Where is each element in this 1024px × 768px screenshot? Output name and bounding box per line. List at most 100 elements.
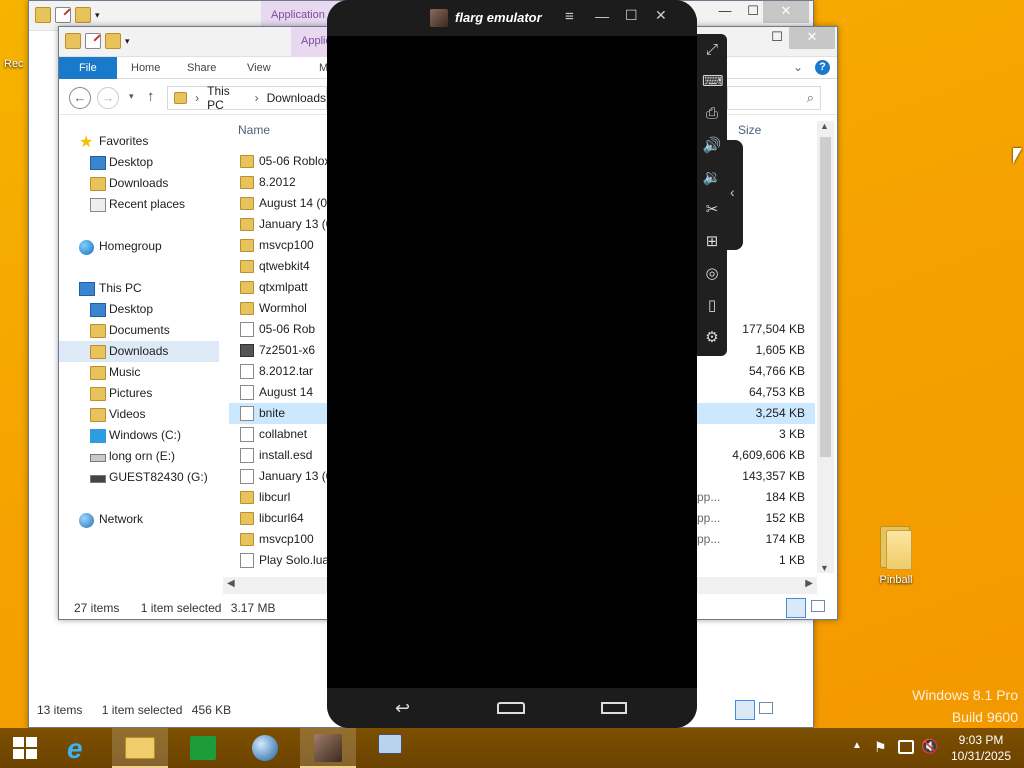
nav-this-pc[interactable]: This PC xyxy=(59,278,219,299)
back-nav-icon[interactable]: ↩ xyxy=(395,698,410,719)
quick-access-toolbar: ▾ xyxy=(65,33,130,49)
nav-item-desktop[interactable]: Desktop xyxy=(59,152,219,173)
tab-share[interactable]: Share xyxy=(175,57,228,79)
search-box[interactable]: ⌕ xyxy=(727,86,821,110)
taskbar-remote-desktop[interactable] xyxy=(362,728,418,768)
breadcrumb-this-pc[interactable]: This PC xyxy=(207,84,247,112)
large-icons-view-icon[interactable] xyxy=(759,702,773,714)
nav-item-pictures[interactable]: Pictures xyxy=(59,383,219,404)
scissors-icon[interactable]: ✂ xyxy=(702,200,722,220)
nav-item-drive-e[interactable]: long orn (E:) xyxy=(59,446,219,467)
file-icon xyxy=(240,406,254,421)
emulator-titlebar[interactable]: flarg emulator ≡ — ☐ ✕ xyxy=(327,0,697,36)
shake-icon[interactable]: ▯ xyxy=(702,296,722,316)
nav-item-drive-c[interactable]: Windows (C:) xyxy=(59,425,219,446)
maximize-icon[interactable]: ☐ xyxy=(625,7,638,24)
volume-muted-icon[interactable]: 🔇 xyxy=(921,738,938,755)
keyboard-icon[interactable]: ⌨ xyxy=(702,72,724,92)
properties-icon[interactable] xyxy=(85,33,101,49)
taskbar-internet-explorer[interactable]: e xyxy=(56,728,112,768)
nav-item-desktop[interactable]: Desktop xyxy=(59,299,219,320)
volume-down-icon[interactable]: 🔉 xyxy=(702,168,722,188)
chevron-left-icon: ‹ xyxy=(730,184,735,200)
settings-icon[interactable]: ⚙ xyxy=(702,328,722,348)
new-folder-icon[interactable] xyxy=(75,7,91,23)
close-button[interactable]: ✕ xyxy=(789,27,835,49)
column-header-size[interactable]: Size xyxy=(738,117,761,143)
collapse-toolbar-tab[interactable]: ‹ xyxy=(727,140,743,250)
recents-nav-icon[interactable] xyxy=(601,702,627,714)
close-button[interactable]: ✕ xyxy=(763,1,809,23)
nav-item-recent-places[interactable]: Recent places xyxy=(59,194,219,215)
taskbar-file-explorer[interactable] xyxy=(112,728,168,768)
up-button[interactable]: ↑ xyxy=(147,88,155,105)
large-icons-view-icon[interactable] xyxy=(811,600,825,612)
folder-icon[interactable] xyxy=(65,33,81,49)
close-icon[interactable]: ✕ xyxy=(655,7,667,24)
home-nav-icon[interactable] xyxy=(497,702,525,714)
show-hidden-icons-chevron[interactable]: ▲ xyxy=(852,740,862,751)
minimize-button[interactable]: — xyxy=(711,1,739,23)
address-bar[interactable]: › This PC › Downloads xyxy=(167,84,327,112)
multi-window-icon[interactable]: ⊞ xyxy=(702,232,722,252)
file-name: collabnet xyxy=(259,427,308,441)
tab-file[interactable]: File xyxy=(59,57,117,79)
desktop-icon-rec[interactable]: Rec xyxy=(4,58,28,70)
network-tray-icon[interactable] xyxy=(898,740,914,754)
taskbar-store[interactable] xyxy=(176,728,232,768)
details-view-icon[interactable] xyxy=(786,598,806,618)
nav-favorites[interactable]: ★ Favorites xyxy=(59,131,219,152)
nav-item-drive-g[interactable]: GUEST82430 (G:) xyxy=(59,467,219,488)
start-button[interactable] xyxy=(0,728,56,768)
vertical-scrollbar[interactable]: ▲ ▼ xyxy=(817,121,834,573)
tab-view[interactable]: View xyxy=(235,57,283,79)
file-size: 143,357 KB xyxy=(742,469,805,483)
details-view-icon[interactable] xyxy=(735,700,755,720)
nav-label: Desktop xyxy=(109,155,154,169)
nav-network[interactable]: Network xyxy=(59,509,219,530)
scroll-left-icon[interactable]: ◀ xyxy=(227,578,235,589)
fullscreen-icon[interactable]: ⤢ xyxy=(702,40,722,60)
minimize-icon[interactable]: — xyxy=(595,8,609,24)
chevron-down-icon[interactable]: ▾ xyxy=(125,36,130,47)
new-folder-icon[interactable] xyxy=(105,33,121,49)
clock[interactable]: 9:03 PM 10/31/2025 xyxy=(944,732,1018,764)
column-header-name[interactable]: Name xyxy=(238,117,270,143)
breadcrumb-downloads[interactable]: Downloads xyxy=(267,91,326,105)
scrollbar-thumb[interactable] xyxy=(820,137,831,457)
nav-item-documents[interactable]: Documents xyxy=(59,320,219,341)
scroll-right-icon[interactable]: ▶ xyxy=(805,578,813,589)
menu-icon[interactable]: ≡ xyxy=(565,8,574,25)
emulator-window[interactable]: flarg emulator ≡ — ☐ ✕ ↩ xyxy=(327,0,697,728)
emulator-screen[interactable] xyxy=(327,36,697,688)
nav-item-videos[interactable]: Videos xyxy=(59,404,219,425)
back-button[interactable]: ← xyxy=(69,87,91,109)
taskbar-browser[interactable] xyxy=(238,728,294,768)
forward-button[interactable]: → xyxy=(97,87,119,109)
nav-item-downloads[interactable]: Downloads xyxy=(59,341,219,362)
apk-icon[interactable]: ⎙ xyxy=(702,104,722,124)
recent-places-icon xyxy=(90,198,106,212)
folder-icon[interactable] xyxy=(35,7,51,23)
file-icon xyxy=(240,385,254,400)
volume-up-icon[interactable]: 🔊 xyxy=(702,136,722,156)
nav-homegroup[interactable]: Homegroup xyxy=(59,236,219,257)
scroll-down-icon[interactable]: ▼ xyxy=(820,563,829,573)
maximize-button[interactable]: ☐ xyxy=(763,27,791,49)
properties-icon[interactable] xyxy=(55,7,71,23)
chevron-down-icon[interactable]: ▾ xyxy=(95,10,100,21)
location-icon[interactable]: ◎ xyxy=(702,264,722,284)
chevron-down-icon[interactable]: ⌄ xyxy=(793,60,803,74)
tab-home[interactable]: Home xyxy=(119,57,172,79)
action-center-flag-icon[interactable]: ⚑ xyxy=(874,739,887,756)
scroll-up-icon[interactable]: ▲ xyxy=(820,121,829,131)
file-name: January 13 (0 xyxy=(259,469,333,483)
help-icon[interactable]: ? xyxy=(815,60,830,75)
nav-item-downloads[interactable]: Downloads xyxy=(59,173,219,194)
recent-locations-icon[interactable]: ▾ xyxy=(129,91,134,102)
taskbar-flarg-emulator[interactable] xyxy=(300,728,356,768)
desktop-icon-pinball[interactable]: Pinball xyxy=(866,526,926,586)
file-name: 05-06 Roblox xyxy=(259,154,331,168)
nav-label: Network xyxy=(99,512,144,526)
nav-item-music[interactable]: Music xyxy=(59,362,219,383)
